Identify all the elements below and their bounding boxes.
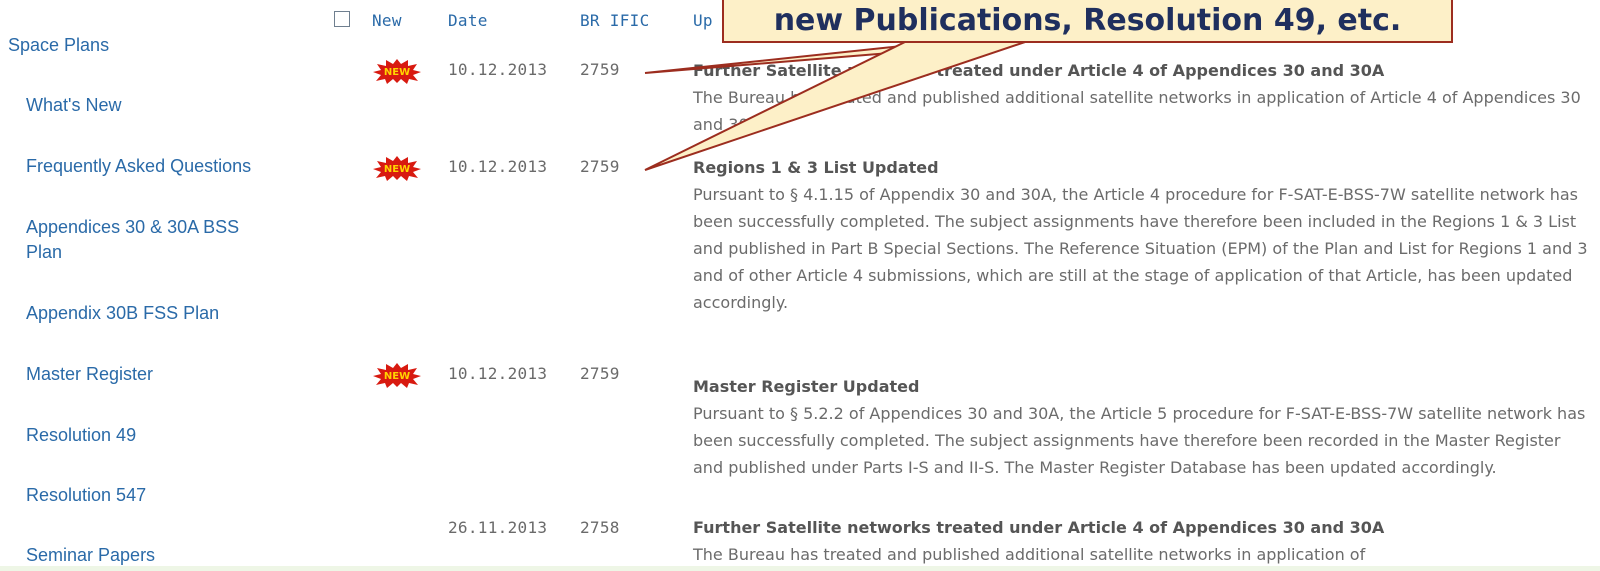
callout-annotation: new Publications, Resolution 49, etc. [722, 0, 1453, 43]
callout-pointer-2 [644, 41, 1026, 171]
bottom-strip [0, 566, 1600, 571]
callout-text: new Publications, Resolution 49, etc. [773, 3, 1402, 38]
callout-pointers [644, 41, 1026, 171]
